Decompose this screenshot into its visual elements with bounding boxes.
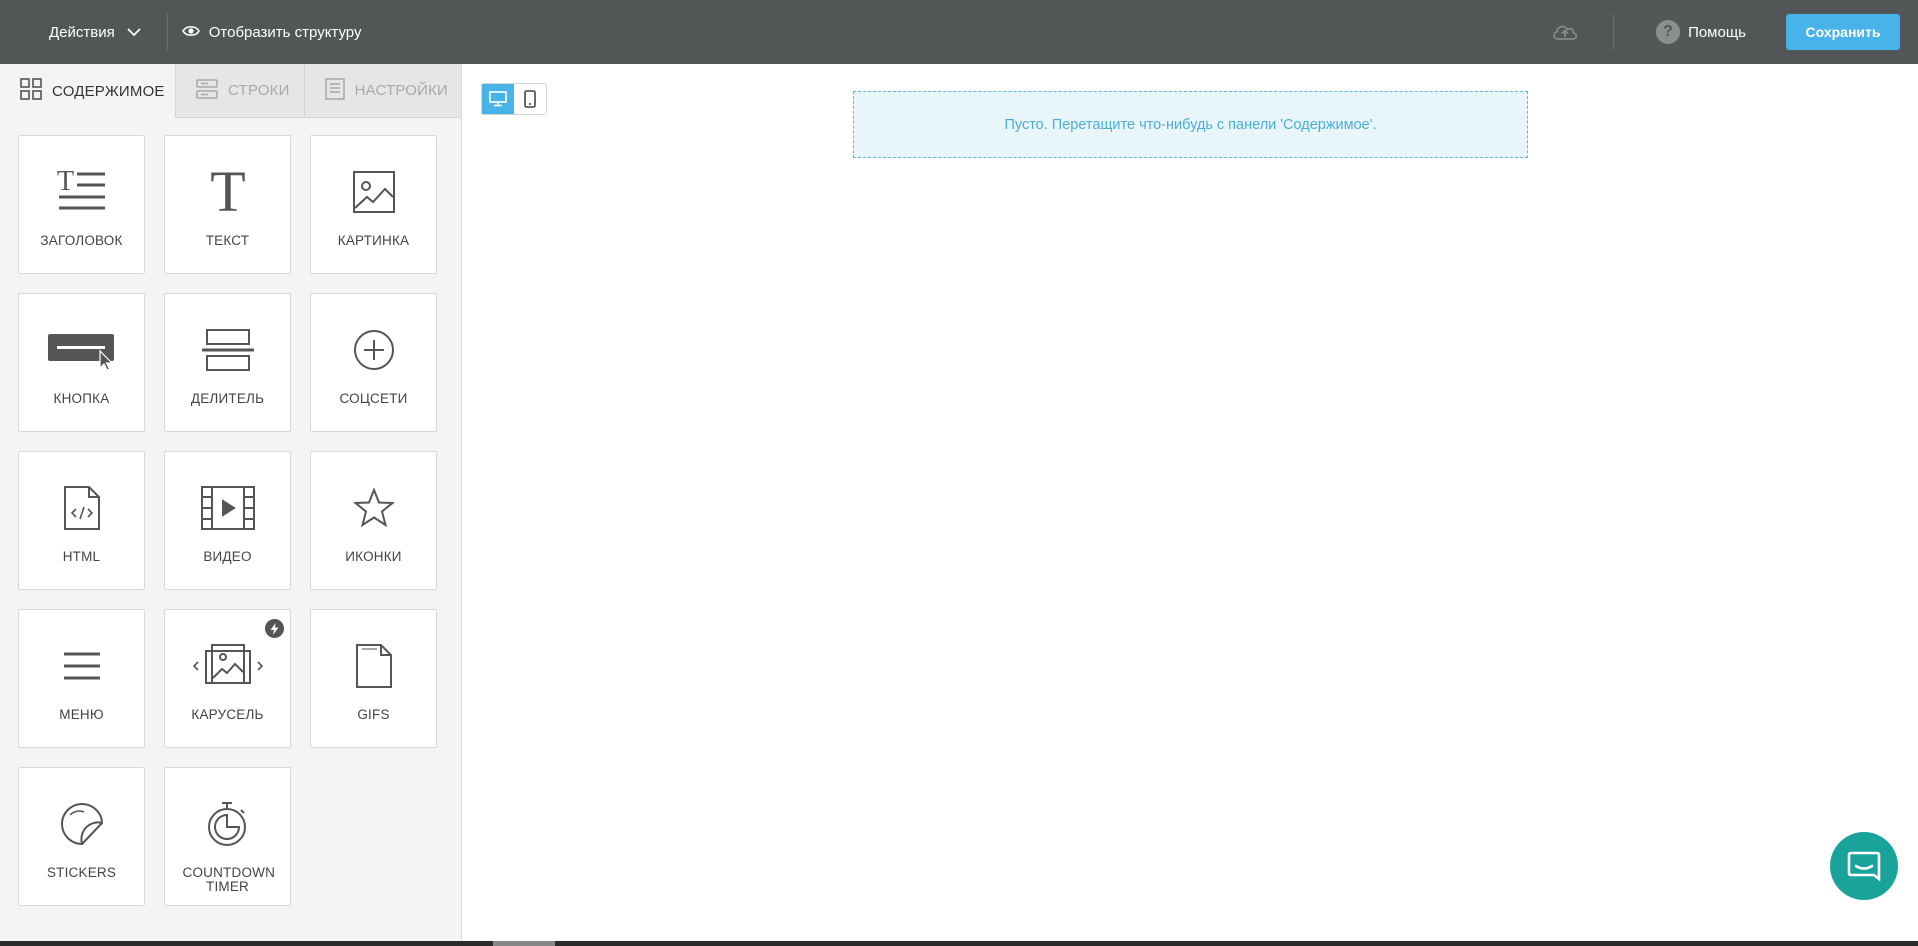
show-structure-label: Отобразить структуру [208,23,362,41]
chat-launcher[interactable] [1830,832,1898,900]
block-video-label: ВИДЕО [203,549,252,564]
divider-icon [201,320,255,380]
video-icon [200,478,255,538]
tab-settings[interactable]: НАСТРОЙКИ [303,64,461,118]
block-text-label: ТЕКСТ [205,233,250,248]
block-button[interactable]: КНОПКА [18,293,145,432]
mobile-view-button[interactable] [514,84,546,114]
show-structure-toggle[interactable]: Отобразить структуру [181,23,362,41]
block-menu[interactable]: МЕНЮ [18,609,145,748]
actions-dropdown[interactable]: Действия [0,0,141,64]
text-icon: T [206,162,250,222]
toolbar-right-group: ? Помощь Сохранить [1545,0,1918,64]
block-divider-label: ДЕЛИТЕЛЬ [190,391,265,406]
empty-drop-zone-message: Пусто. Перетащите что-нибудь с панели 'С… [1004,116,1377,133]
settings-list-icon [324,77,345,104]
tab-rows-label: СТРОКИ [228,82,290,99]
toolbar-divider-right [1613,14,1615,50]
tab-content-label: СОДЕРЖИМОЕ [52,82,165,100]
grid-icon [20,78,42,104]
sticker-icon [60,794,104,854]
question-icon: ? [1656,20,1681,44]
scrollbar-thumb[interactable] [493,941,555,946]
block-stickers-label: STICKERS [46,865,117,880]
device-toggle [481,83,547,115]
lightning-icon [265,619,284,638]
content-blocks-grid: T ЗАГОЛОВОК T ТЕКСТ КАРТИНКА КНОПКА ДЕЛИ… [18,135,437,906]
block-gifs-label: GIFS [357,707,390,722]
block-stickers[interactable]: STICKERS [18,767,145,906]
chat-icon [1847,851,1881,881]
block-image[interactable]: КАРТИНКА [310,135,437,274]
horizontal-scrollbar[interactable] [0,941,1918,946]
block-html-label: HTML [62,549,101,564]
block-video[interactable]: ВИДЕО [164,451,291,590]
help-label: Помощь [1688,23,1746,41]
block-divider[interactable]: ДЕЛИТЕЛЬ [164,293,291,432]
button-icon [47,320,117,380]
help-link[interactable]: ? Помощь [1656,20,1746,44]
svg-text:T: T [210,167,245,217]
social-icon [353,320,395,380]
block-social[interactable]: СОЦСЕТИ [310,293,437,432]
block-menu-label: МЕНЮ [59,707,104,722]
menu-icon [63,636,101,696]
top-toolbar: Действия Отобразить структуру ? Помощь С… [0,0,1918,64]
desktop-view-button[interactable] [482,84,514,114]
toolbar-divider [166,14,168,50]
block-text[interactable]: T ТЕКСТ [164,135,291,274]
block-carousel-label: КАРУСЕЛЬ [191,707,264,722]
star-icon [353,478,394,538]
gif-file-icon [355,636,392,696]
chevron-down-icon [127,24,141,41]
html-file-icon [63,478,100,538]
block-gifs[interactable]: GIFS [310,609,437,748]
eye-icon [181,24,200,41]
block-countdown-timer-label: COUNTDOWN TIMER [182,865,276,894]
actions-label: Действия [49,23,115,41]
block-countdown-timer[interactable]: COUNTDOWN TIMER [164,767,291,906]
cloud-upload-icon[interactable] [1545,22,1585,42]
block-heading[interactable]: T ЗАГОЛОВОК [18,135,145,274]
block-carousel[interactable]: КАРУСЕЛЬ [164,609,291,748]
tab-content[interactable]: СОДЕРЖИМОЕ [0,64,175,118]
block-icons[interactable]: ИКОНКИ [310,451,437,590]
save-button[interactable]: Сохранить [1786,14,1900,50]
mobile-icon [524,90,536,108]
empty-drop-zone[interactable]: Пусто. Перетащите что-нибудь с панели 'С… [853,91,1528,158]
tab-rows[interactable]: СТРОКИ [175,64,304,118]
image-icon [352,162,395,222]
rows-icon [196,78,218,103]
panel-tabs: СОДЕРЖИМОЕ СТРОКИ НАСТРОЙКИ [0,64,461,118]
block-heading-label: ЗАГОЛОВОК [40,233,123,248]
svg-text:T: T [57,168,74,197]
content-panel: СОДЕРЖИМОЕ СТРОКИ НАСТРОЙКИ T ЗАГОЛОВОК … [0,64,462,946]
block-social-label: СОЦСЕТИ [339,391,408,406]
block-html[interactable]: HTML [18,451,145,590]
carousel-icon [192,636,263,696]
block-button-label: КНОПКА [53,391,110,406]
tab-settings-label: НАСТРОЙКИ [354,82,449,99]
heading-icon: T [57,162,107,222]
desktop-icon [489,91,507,107]
timer-icon [206,794,250,854]
block-icons-label: ИКОНКИ [345,549,402,564]
block-image-label: КАРТИНКА [337,233,410,248]
